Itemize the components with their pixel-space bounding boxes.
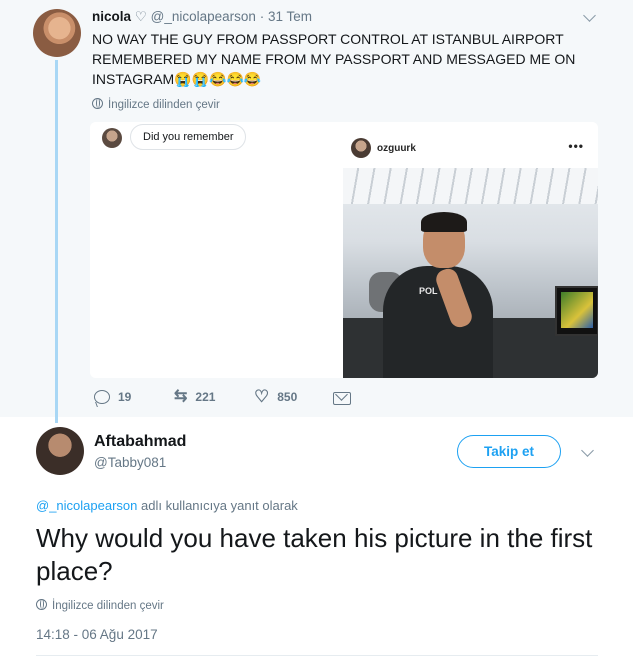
instagram-photo: POL — [343, 168, 598, 378]
chevron-down-icon[interactable] — [581, 444, 594, 457]
parent-tweet-media[interactable]: Did you remember ozguurk ••• POL — [90, 122, 598, 378]
parent-tweet-header: nicola ♡ @_nicolapearson · 31 Tem — [92, 9, 312, 25]
direct-message-action[interactable] — [333, 392, 351, 405]
parent-avatar[interactable] — [33, 9, 81, 57]
header-separator: · — [259, 9, 265, 24]
dm-sender-avatar — [102, 128, 122, 148]
reply-action[interactable]: 19 — [94, 390, 131, 404]
divider — [36, 655, 598, 656]
like-icon: ♡ — [254, 387, 270, 406]
reply-tweet-text: Why would you have taken his picture in … — [36, 523, 593, 586]
dm-message-bubble: Did you remember — [130, 124, 247, 150]
replying-mention-link[interactable]: @_nicolapearson — [36, 498, 137, 513]
parent-translate-link[interactable]: İngilizce dilinden çevir — [92, 98, 220, 111]
parent-tweet-text: NO WAY THE GUY FROM PASSPORT CONTROL AT … — [92, 31, 576, 87]
photo-person-hair — [421, 212, 467, 232]
parent-tweet-time[interactable]: 31 Tem — [268, 9, 312, 24]
reply-translate-label: İngilizce dilinden çevir — [52, 600, 164, 612]
parent-tweet[interactable]: nicola ♡ @_nicolapearson · 31 Tem NO WAY… — [0, 0, 633, 423]
dm-screenshot-panel: Did you remember — [90, 122, 333, 378]
retweet-count: 221 — [195, 390, 216, 404]
replying-suffix: adlı kullanıcıya yanıt olarak — [141, 498, 298, 513]
chevron-down-icon[interactable] — [583, 9, 596, 22]
reply-icon — [94, 390, 110, 404]
instagram-post-panel: ozguurk ••• POL — [343, 122, 598, 378]
reply-handle[interactable]: @Tabby081 — [94, 455, 166, 470]
vest-lettering: POL — [419, 286, 438, 297]
instagram-avatar — [351, 138, 371, 158]
photo-ceiling — [343, 168, 598, 204]
reply-display-name[interactable]: Aftabahmad — [94, 433, 186, 451]
photo-monitor — [555, 286, 598, 336]
more-options-icon: ••• — [568, 139, 584, 153]
heart-outline-icon: ♡ — [134, 9, 147, 24]
follow-button[interactable]: Takip et — [457, 435, 561, 468]
parent-translate-label: İngilizce dilinden çevir — [108, 99, 220, 111]
parent-display-name[interactable]: nicola — [92, 9, 131, 24]
retweet-icon: ⇆ — [174, 388, 188, 405]
reply-timestamp[interactable]: 14:18 - 06 Ağu 2017 — [36, 627, 158, 642]
direct-message-icon — [333, 392, 351, 405]
instagram-username: ozguurk — [377, 143, 416, 154]
parent-handle[interactable]: @_nicolapearson — [151, 9, 256, 24]
thread-connector-line — [55, 60, 58, 423]
like-count: 850 — [277, 390, 298, 404]
reply-avatar[interactable] — [36, 427, 84, 475]
reply-count: 19 — [118, 390, 132, 404]
reply-translate-link[interactable]: İngilizce dilinden çevir — [36, 599, 164, 612]
retweet-action[interactable]: ⇆ 221 — [174, 388, 216, 405]
like-action[interactable]: ♡ 850 — [254, 387, 298, 406]
globe-icon — [92, 98, 103, 109]
globe-icon — [36, 599, 47, 610]
replying-to-line: @_nicolapearson adlı kullanıcıya yanıt o… — [36, 498, 298, 513]
